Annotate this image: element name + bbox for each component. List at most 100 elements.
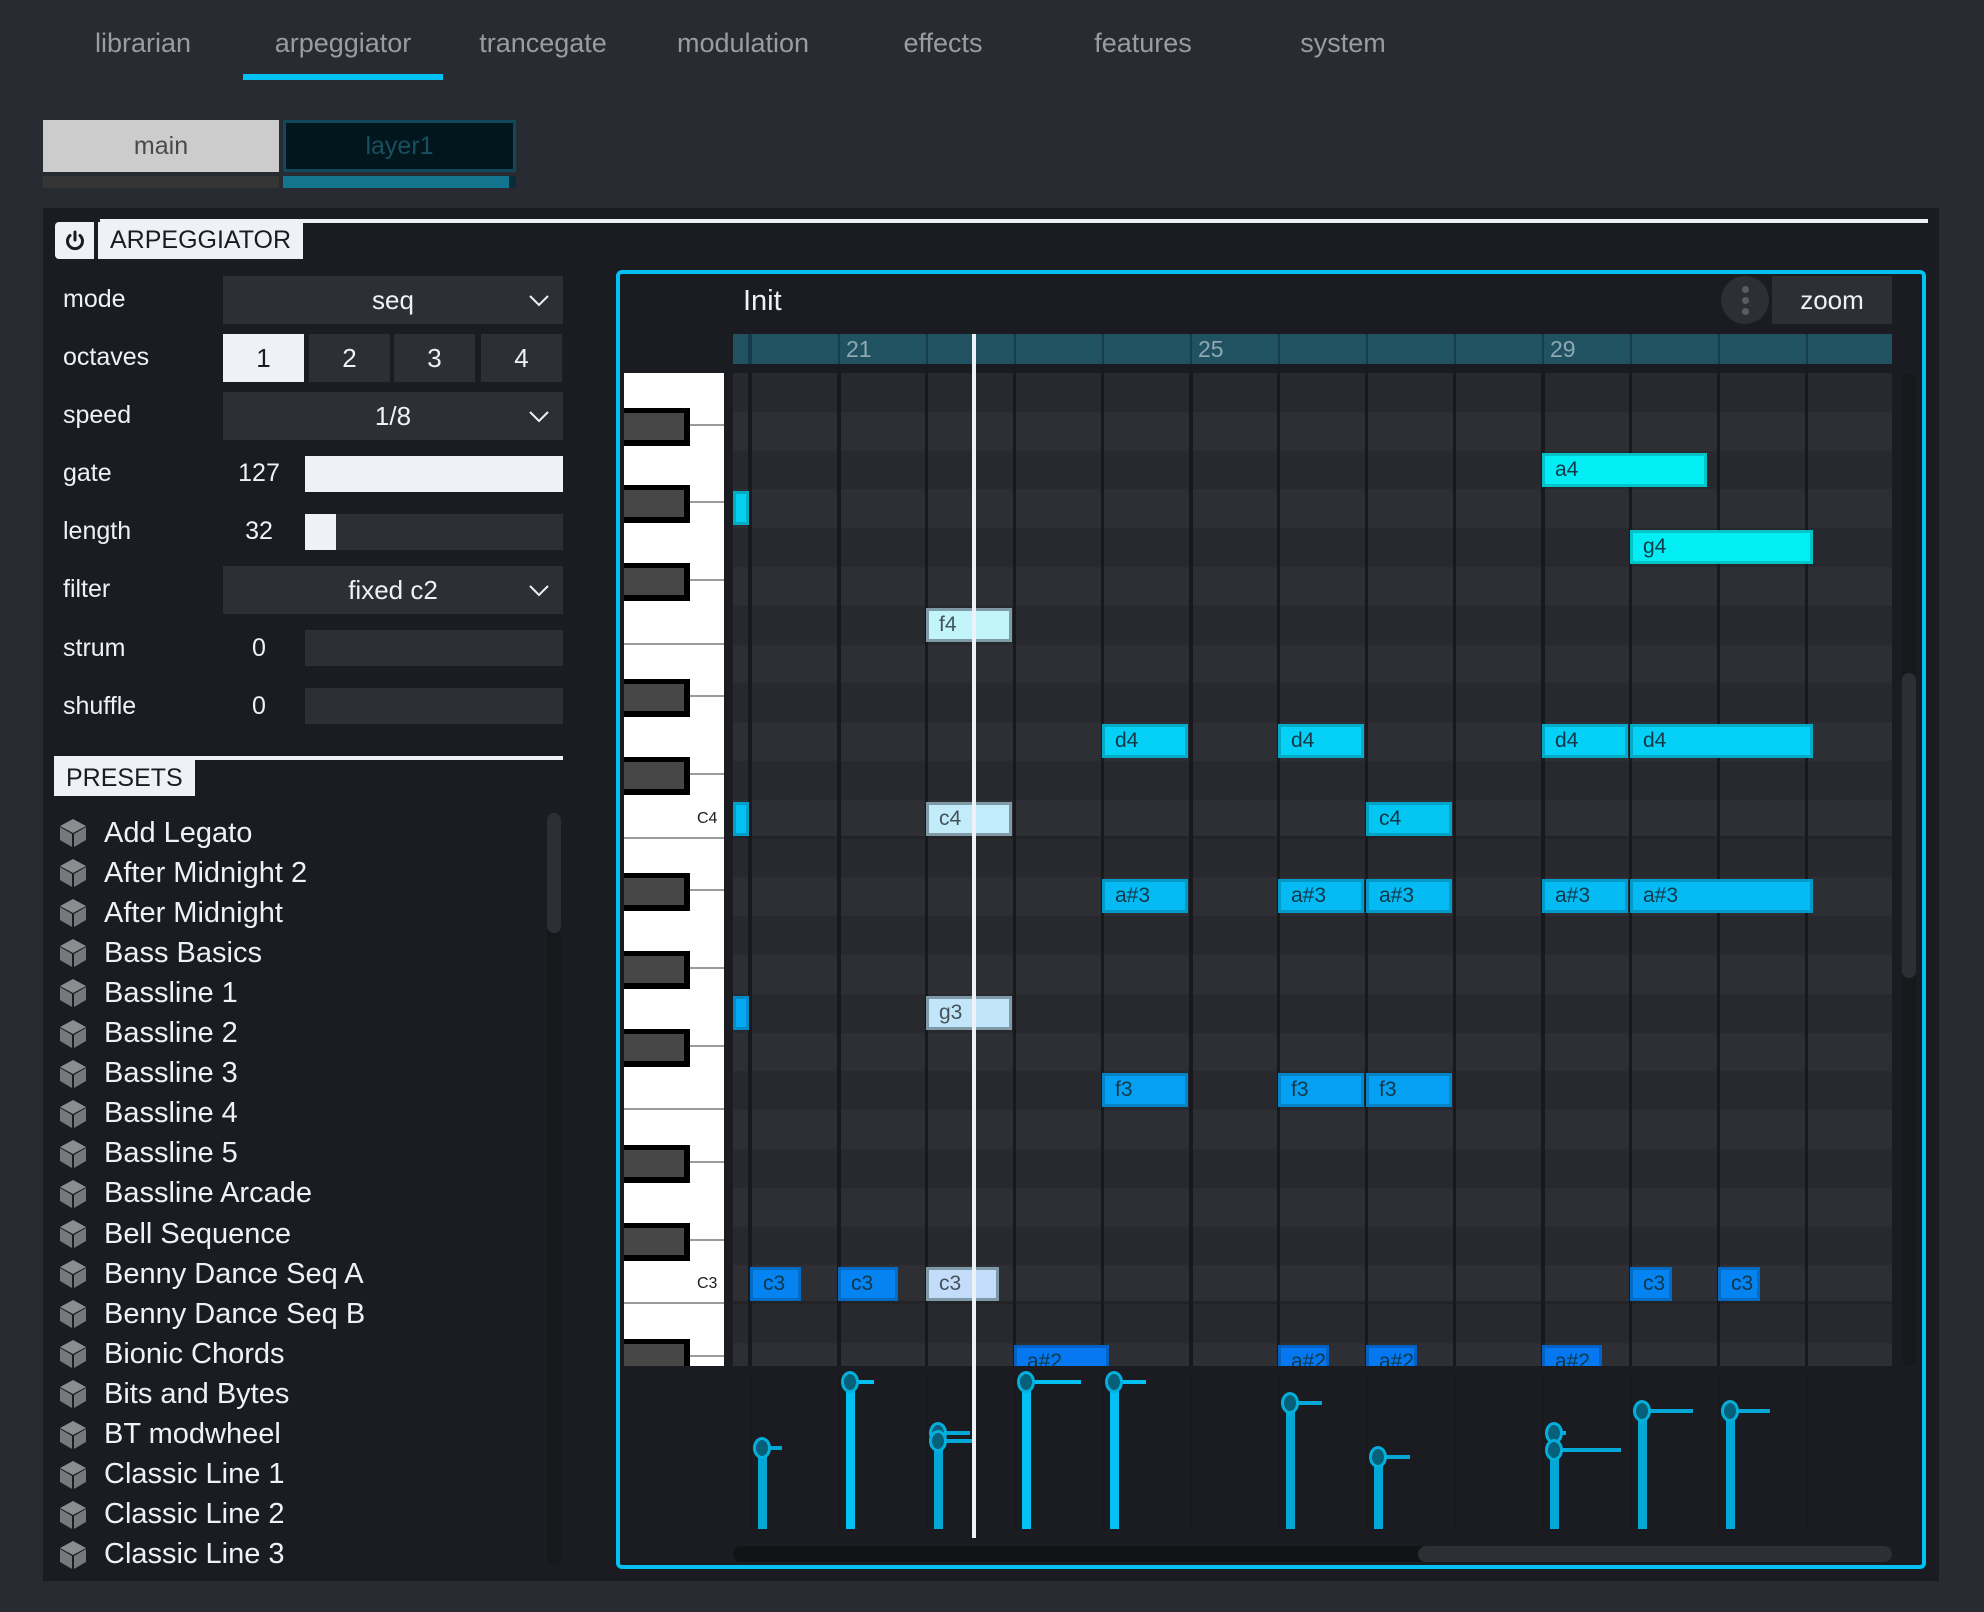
note-block[interactable]: c3 (1630, 1267, 1672, 1302)
preset-item[interactable]: Classic Line 3 (58, 1535, 285, 1575)
velocity-handle[interactable] (841, 1371, 859, 1393)
tab-trancegate[interactable]: trancegate (443, 28, 643, 59)
preset-item[interactable]: Bassline 3 (58, 1054, 238, 1094)
preset-item[interactable]: Bassline 5 (58, 1134, 238, 1174)
note-block[interactable]: c3 (926, 1267, 999, 1302)
note-block[interactable] (733, 995, 749, 1030)
velocity-handle[interactable] (929, 1429, 947, 1452)
black-key[interactable] (624, 951, 690, 989)
velocity-bar[interactable] (1286, 1402, 1295, 1529)
presets-scrollbar-thumb[interactable] (547, 813, 561, 933)
strum-slider[interactable] (305, 630, 563, 666)
velocity-bar[interactable] (846, 1382, 855, 1529)
black-key[interactable] (624, 563, 690, 601)
tab-effects[interactable]: effects (843, 28, 1043, 59)
roll-vertical-scrollbar-thumb[interactable] (1902, 673, 1916, 978)
preset-item[interactable]: Bits and Bytes (58, 1374, 289, 1414)
velocity-handle[interactable] (753, 1437, 771, 1460)
velocity-handle[interactable] (1105, 1371, 1123, 1393)
velocity-handle[interactable] (1017, 1371, 1035, 1393)
octave-option-1[interactable]: 1 (223, 334, 304, 382)
note-block[interactable] (733, 801, 749, 836)
presets-scrollbar[interactable] (547, 813, 561, 1566)
power-button[interactable] (55, 222, 94, 259)
note-block[interactable]: d4 (1278, 724, 1364, 759)
velocity-bar[interactable] (1110, 1382, 1119, 1529)
note-block[interactable]: c3 (1718, 1267, 1760, 1302)
velocity-bar[interactable] (1550, 1449, 1559, 1529)
tab-modulation[interactable]: modulation (643, 28, 843, 59)
note-block[interactable]: a#2 (1542, 1345, 1602, 1366)
black-key[interactable] (624, 1145, 690, 1183)
preset-item[interactable]: BT modwheel (58, 1415, 281, 1455)
tab-librarian[interactable]: librarian (43, 28, 243, 59)
black-key[interactable] (624, 407, 690, 446)
note-block[interactable]: a#3 (1278, 879, 1364, 914)
roll-vertical-scrollbar[interactable] (1902, 373, 1916, 1366)
preset-item[interactable]: Bassline 2 (58, 1014, 238, 1054)
layer-main-button[interactable]: main (43, 120, 279, 172)
note-block[interactable]: f4 (926, 607, 1012, 642)
shuffle-slider[interactable] (305, 688, 563, 724)
black-key[interactable] (624, 1339, 690, 1366)
octave-option-2[interactable]: 2 (309, 334, 390, 382)
octave-option-3[interactable]: 3 (394, 334, 475, 382)
velocity-bar[interactable] (758, 1448, 767, 1529)
preset-item[interactable]: Bassline 1 (58, 973, 238, 1013)
roll-horizontal-scrollbar[interactable] (733, 1546, 1892, 1562)
gate-slider[interactable] (305, 456, 563, 492)
velocity-bar[interactable] (1638, 1411, 1647, 1529)
preset-item[interactable]: Classic Line 1 (58, 1455, 285, 1495)
preset-item[interactable]: Bassline 4 (58, 1094, 238, 1134)
note-block[interactable]: a#3 (1630, 879, 1813, 914)
preset-item[interactable]: Bass Basics (58, 933, 262, 973)
velocity-handle[interactable] (1281, 1391, 1299, 1414)
preset-item[interactable]: Benny Dance Seq B (58, 1294, 365, 1334)
velocity-bar[interactable] (1726, 1411, 1735, 1529)
tab-arpeggiator[interactable]: arpeggiator (243, 28, 443, 59)
preset-item[interactable]: Bassline Arcade (58, 1174, 312, 1214)
note-block[interactable]: g3 (926, 995, 1012, 1030)
note-block[interactable]: d4 (1542, 724, 1628, 759)
velocity-handle[interactable] (1545, 1438, 1563, 1461)
preset-item[interactable]: Add Legato (58, 813, 252, 853)
preset-item[interactable]: Bionic Chords (58, 1334, 285, 1374)
length-slider[interactable] (305, 514, 563, 550)
preset-item[interactable]: Classic Line 2 (58, 1495, 285, 1535)
note-block[interactable]: c3 (838, 1267, 898, 1302)
roll-horizontal-scrollbar-thumb[interactable] (1418, 1546, 1892, 1562)
note-block[interactable]: f3 (1102, 1073, 1188, 1108)
velocity-bar[interactable] (934, 1440, 943, 1529)
note-block[interactable]: d4 (1630, 724, 1813, 759)
tab-system[interactable]: system (1243, 28, 1443, 59)
black-key[interactable] (624, 485, 690, 524)
velocity-lane[interactable] (733, 1371, 1892, 1539)
note-block[interactable]: c3 (750, 1267, 801, 1302)
note-block[interactable]: g4 (1630, 530, 1813, 565)
filter-dropdown[interactable]: fixed c2 (223, 566, 563, 614)
velocity-handle[interactable] (1369, 1445, 1387, 1468)
more-options-button[interactable] (1721, 276, 1769, 324)
preset-item[interactable]: Bell Sequence (58, 1214, 291, 1254)
speed-dropdown[interactable]: 1/8 (223, 392, 563, 440)
note-block[interactable]: c4 (926, 801, 1012, 836)
note-block[interactable]: f3 (1278, 1073, 1364, 1108)
velocity-handle[interactable] (1721, 1400, 1739, 1423)
velocity-handle[interactable] (1633, 1400, 1651, 1423)
velocity-bar[interactable] (1022, 1382, 1031, 1529)
preset-item[interactable]: After Midnight 2 (58, 853, 307, 893)
note-block[interactable]: c4 (1366, 801, 1452, 836)
note-block[interactable]: a#3 (1542, 879, 1628, 914)
zoom-button[interactable]: zoom (1772, 276, 1892, 324)
layer1-button[interactable]: layer1 (283, 120, 516, 172)
piano-keyboard[interactable]: C4 C3 (624, 373, 724, 1366)
note-block[interactable]: a#3 (1102, 879, 1188, 914)
note-block[interactable]: a#2 (1366, 1345, 1417, 1366)
black-key[interactable] (624, 873, 690, 912)
note-grid[interactable]: c3 c3 f4 c4 g3 c3 a#2 d4 a#3 f3 d4 a#3 f3 a#2 c4 a#3 f3 a… (733, 373, 1892, 1366)
tab-features[interactable]: features (1043, 28, 1243, 59)
mode-dropdown[interactable]: seq (223, 276, 563, 324)
black-key[interactable] (624, 679, 690, 718)
octave-option-4[interactable]: 4 (481, 334, 562, 382)
note-block[interactable]: a4 (1542, 452, 1708, 487)
